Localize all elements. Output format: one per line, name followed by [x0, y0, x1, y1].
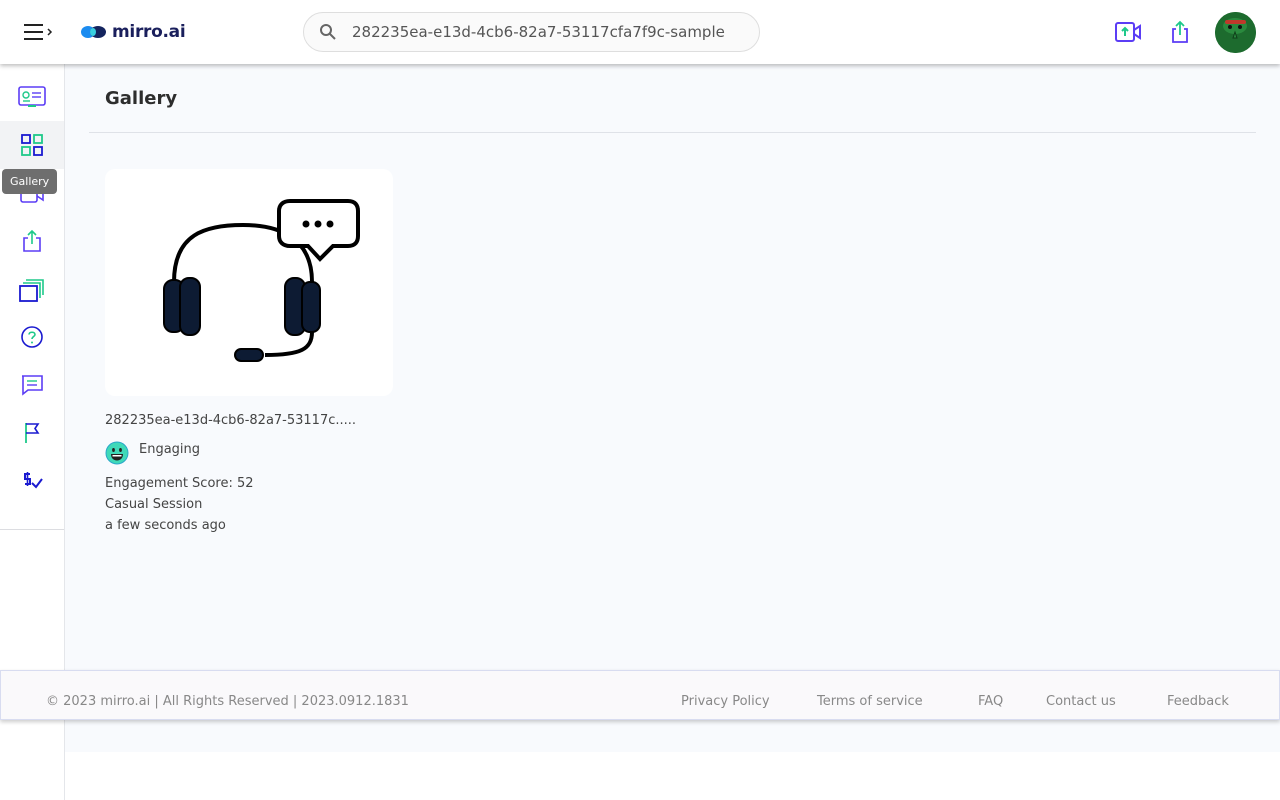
main-content: Gallery 282235ea-e13d-4cb6-82a7-53117c..… — [65, 64, 1280, 752]
footer-link-feedback[interactable]: Feedback — [1167, 694, 1229, 709]
sidebar-item-share[interactable] — [0, 217, 64, 265]
collections-icon — [19, 279, 44, 302]
sidebar-tooltip: Gallery — [2, 169, 58, 194]
search-box[interactable] — [303, 12, 760, 52]
sidebar-divider — [0, 529, 64, 530]
sidebar-item-billing[interactable] — [0, 457, 64, 505]
card-timestamp: a few seconds ago — [105, 518, 226, 533]
share-upload-icon — [23, 229, 41, 252]
footer-link-privacy[interactable]: Privacy Policy — [681, 694, 770, 709]
chat-icon — [22, 375, 43, 396]
dashboard-icon — [18, 86, 46, 107]
footer-link-terms[interactable]: Terms of service — [817, 694, 923, 709]
gallery-icon — [21, 134, 43, 156]
engaging-emoji-icon — [105, 441, 129, 465]
logo-mark-icon — [81, 26, 106, 38]
gallery-card-thumbnail[interactable] — [105, 169, 393, 396]
footer: © 2023 mirro.ai | All Rights Reserved | … — [0, 670, 1280, 720]
avatar[interactable] — [1215, 12, 1256, 53]
page-title: Gallery — [105, 88, 178, 109]
footer-link-faq[interactable]: FAQ — [978, 694, 1003, 709]
sidebar-item-flag[interactable] — [0, 409, 64, 457]
card-engagement-tag: Engaging — [139, 442, 201, 457]
help-icon — [21, 326, 43, 348]
card-title[interactable]: 282235ea-e13d-4cb6-82a7-53117c..... — [105, 413, 356, 428]
card-session-type: Casual Session — [105, 497, 203, 512]
card-engagement-score: Engagement Score: 52 — [105, 476, 254, 491]
headset-chat-icon — [163, 199, 360, 362]
title-divider — [89, 132, 1256, 133]
sidebar-item-gallery[interactable] — [0, 121, 64, 169]
footer-copyright: © 2023 mirro.ai | All Rights Reserved | … — [46, 694, 409, 709]
brand-name: mirro.ai — [112, 22, 186, 42]
menu-icon[interactable] — [22, 20, 56, 44]
search-icon — [304, 13, 352, 51]
search-input[interactable] — [352, 13, 737, 51]
footer-link-contact[interactable]: Contact us — [1046, 694, 1116, 709]
sidebar-item-collections[interactable] — [0, 265, 64, 313]
flag-icon — [25, 423, 40, 443]
top-bar: mirro.ai — [0, 0, 1280, 64]
share-icon[interactable] — [1165, 17, 1195, 47]
sidebar-item-help[interactable] — [0, 313, 64, 361]
sidebar-item-dashboard[interactable] — [0, 73, 64, 121]
brand-logo[interactable]: mirro.ai — [80, 20, 186, 44]
record-upload-icon[interactable] — [1113, 17, 1143, 47]
sidebar-item-chat[interactable] — [0, 361, 64, 409]
billing-icon — [24, 472, 43, 489]
